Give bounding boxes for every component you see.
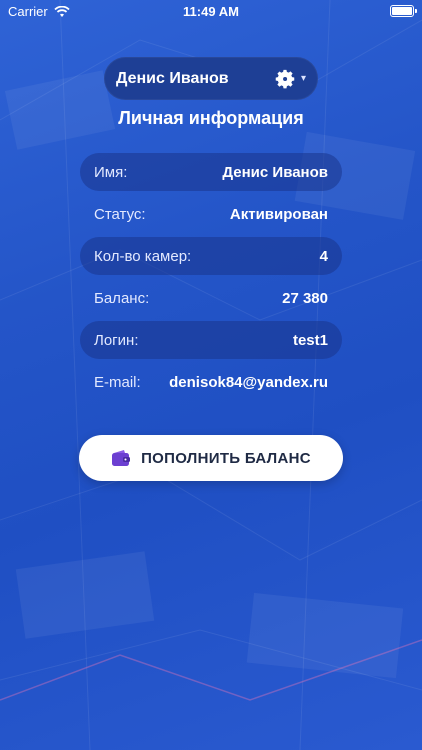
info-row-email: E-mail: denisok84@yandex.ru [80,363,342,401]
battery-icon [390,5,417,17]
topup-label: ПОПОЛНИТЬ БАЛАНС [141,449,311,467]
info-value: 4 [319,247,328,265]
info-row-login: Логин: test1 [80,321,342,359]
info-row-balance: Баланс: 27 380 [80,279,342,317]
info-value: 27 380 [282,289,328,307]
info-label: Статус: [94,205,146,223]
info-label: Имя: [94,163,128,181]
status-time: 11:49 AM [183,4,239,19]
info-label: E-mail: [94,373,141,391]
info-value: denisok84@yandex.ru [169,373,328,391]
info-label: Кол-во камер: [94,247,192,265]
info-row-cameras: Кол-во камер: 4 [80,237,342,275]
topup-balance-button[interactable]: ПОПОЛНИТЬ БАЛАНС [79,435,343,481]
page-title: Личная информация [118,108,304,128]
wallet-icon [112,450,131,466]
info-label: Логин: [94,331,139,349]
info-row-name: Имя: Денис Иванов [80,153,342,191]
info-value: Денис Иванов [222,163,328,181]
info-list: Имя: Денис Иванов Статус: Активирован Ко… [80,153,342,405]
gear-icon[interactable] [275,68,297,90]
status-bar: Carrier 11:49 AM [0,0,422,22]
user-selector[interactable]: Денис Иванов ▾ [104,57,318,100]
info-value: test1 [292,331,328,349]
info-label: Баланс: [94,289,150,307]
chevron-down-icon[interactable]: ▾ [301,73,306,84]
user-name: Денис Иванов [116,69,229,87]
info-value: Активирован [229,205,328,223]
info-row-status: Статус: Активирован [80,195,342,233]
